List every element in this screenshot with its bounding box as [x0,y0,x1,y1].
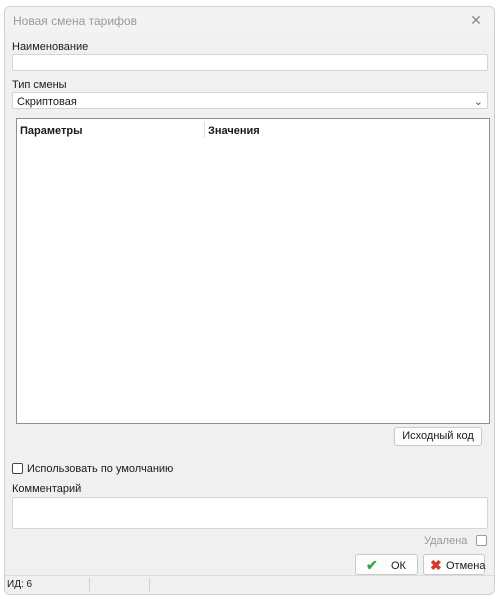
status-divider [149,578,150,592]
cancel-x-icon: ✖ [430,557,442,573]
check-icon: ✔ [366,557,378,573]
ok-button[interactable]: ✔ ОК [355,554,418,575]
dialog-window: Новая смена тарифов ✕ Наименование Тип с… [4,6,495,595]
name-label: Наименование [12,41,89,53]
status-id: ИД: 6 [7,579,33,590]
source-code-button[interactable]: Исходный код [394,427,482,446]
name-field[interactable] [12,54,488,71]
chevron-down-icon[interactable]: ⌄ [474,95,483,108]
close-icon[interactable]: ✕ [466,10,486,30]
use-default-checkbox[interactable] [12,463,23,474]
comment-field[interactable] [12,497,488,529]
cancel-button[interactable]: ✖ Отмена [423,554,485,575]
status-divider [89,578,90,592]
use-default-label: Использовать по умолчанию [27,463,174,475]
status-bar: ИД: 6 [5,575,494,594]
deleted-checkbox[interactable] [476,535,487,546]
window-title: Новая смена тарифов [13,14,137,28]
type-select-value: Скриптовая [17,96,77,108]
column-header-values[interactable]: Значения [208,125,260,137]
type-label: Тип смены [12,79,67,91]
column-divider[interactable] [204,122,205,138]
type-select[interactable]: Скриптовая ⌄ [12,92,488,109]
deleted-label: Удалена [424,535,468,547]
title-bar: Новая смена тарифов ✕ [5,7,494,33]
parameters-grid[interactable]: Параметры Значения [16,118,490,424]
column-header-parameters[interactable]: Параметры [20,125,82,137]
comment-label: Комментарий [12,483,82,495]
